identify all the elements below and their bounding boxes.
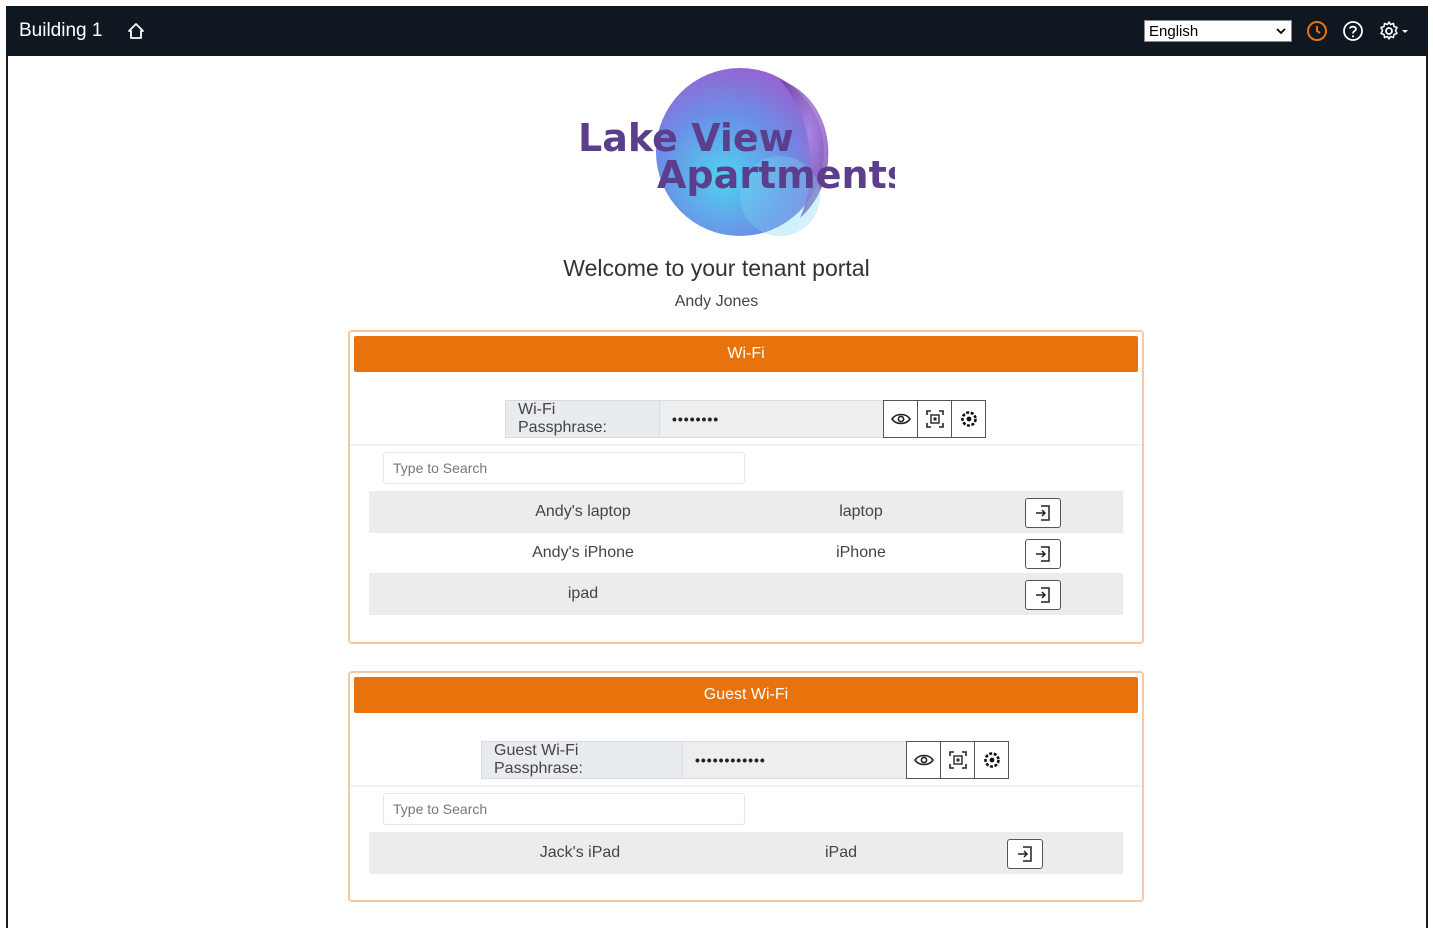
- gear-icon: [960, 411, 977, 427]
- gear-icon: [1380, 21, 1398, 40]
- guest-wifi-search-input[interactable]: [383, 793, 745, 825]
- chevron-down-icon: [1276, 28, 1286, 35]
- device-type: iPhone: [836, 544, 886, 561]
- guest-wifi-panel: Guest Wi-Fi Guest Wi-Fi Passphrase: ••••…: [348, 671, 1144, 902]
- wifi-panel: Wi-Fi Wi-Fi Passphrase: •••••••• Andy's …: [348, 330, 1144, 644]
- device-name: Andy's laptop: [535, 503, 631, 520]
- language-select[interactable]: English: [1144, 20, 1292, 42]
- device-name: Andy's iPhone: [532, 544, 634, 561]
- guest-wifi-passphrase-label: Guest Wi-Fi Passphrase:: [481, 741, 683, 779]
- wifi-passphrase-group: Wi-Fi Passphrase: ••••••••: [505, 400, 986, 438]
- guest-wifi-passphrase-value: ••••••••••••: [683, 741, 907, 779]
- wifi-passphrase-label: Wi-Fi Passphrase:: [505, 400, 660, 438]
- sign-in-icon: [1036, 505, 1050, 521]
- welcome-title: Welcome to your tenant portal: [563, 255, 870, 281]
- help-icon[interactable]: [1342, 20, 1364, 42]
- language-value: English: [1149, 22, 1199, 40]
- alert-clock-icon[interactable]: [1306, 20, 1328, 42]
- table-row: ipad: [369, 573, 1123, 615]
- device-name: Jack's iPad: [539, 844, 621, 861]
- qr-scan-icon: [925, 410, 944, 428]
- table-row: Jack's iPad iPad: [369, 832, 1123, 874]
- sign-in-icon: [1036, 587, 1050, 603]
- qr-scan-icon: [948, 751, 967, 769]
- table-row: Andy's laptop laptop: [369, 491, 1123, 533]
- wifi-passphrase-row: Wi-Fi Passphrase: ••••••••: [350, 376, 1142, 446]
- device-type: laptop: [839, 503, 883, 520]
- device-connect-button[interactable]: [1025, 498, 1061, 528]
- device-connect-button[interactable]: [1007, 839, 1043, 869]
- wifi-panel-header: Wi-Fi: [354, 336, 1138, 372]
- device-type: iPad: [824, 844, 858, 861]
- settings-menu[interactable]: [1378, 20, 1410, 42]
- guest-wifi-passphrase-group: Guest Wi-Fi Passphrase: ••••••••••••: [481, 741, 1009, 779]
- table-row: Andy's iPhone iPhone: [369, 532, 1123, 574]
- guest-wifi-passphrase-row: Guest Wi-Fi Passphrase: ••••••••••••: [350, 717, 1142, 787]
- gear-icon: [983, 752, 1000, 768]
- logo-line2: Apartments: [657, 153, 895, 197]
- user-name: Andy Jones: [674, 293, 759, 310]
- eye-icon: [890, 413, 911, 425]
- sign-in-icon: [1036, 546, 1050, 562]
- wifi-qr-button[interactable]: [917, 400, 952, 438]
- device-name: ipad: [567, 585, 599, 602]
- caret-down-icon: [1402, 30, 1408, 33]
- wifi-passphrase-value: ••••••••: [660, 400, 884, 438]
- wifi-settings-button[interactable]: [951, 400, 986, 438]
- lake-view-logo: Lake View Apartments: [575, 68, 909, 243]
- wifi-show-button[interactable]: [883, 400, 918, 438]
- eye-icon: [913, 754, 934, 766]
- device-connect-button[interactable]: [1025, 539, 1061, 569]
- guest-wifi-qr-button[interactable]: [940, 741, 975, 779]
- guest-wifi-show-button[interactable]: [906, 741, 941, 779]
- guest-wifi-settings-button[interactable]: [974, 741, 1009, 779]
- guest-wifi-panel-header: Guest Wi-Fi: [354, 677, 1138, 713]
- device-connect-button[interactable]: [1025, 580, 1061, 610]
- wifi-search-input[interactable]: [383, 452, 745, 484]
- home-icon[interactable]: [126, 21, 146, 41]
- building-title: Building 1: [19, 20, 103, 41]
- top-bar: Building 1 English: [6, 6, 1428, 56]
- sign-in-icon: [1018, 846, 1032, 862]
